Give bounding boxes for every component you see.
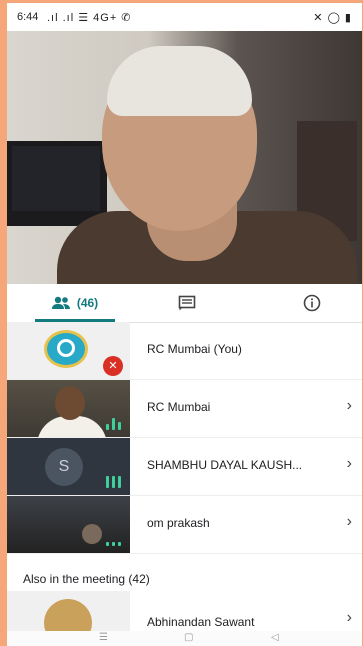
main-video[interactable]: [7, 31, 362, 284]
back-icon[interactable]: ◁: [271, 632, 279, 643]
participant-thumbnail: ✕: [7, 322, 130, 379]
avatar: [44, 599, 92, 631]
participant-row[interactable]: om prakash ›: [7, 496, 362, 554]
people-icon: [51, 296, 70, 309]
video-tv: [7, 141, 107, 226]
participant-name: Abhinandan Sawant: [147, 615, 255, 629]
tab-people[interactable]: (46): [27, 284, 122, 322]
avatar: S: [45, 448, 83, 486]
participant-list: ✕ RC Mumbai (You) RC Mumbai › S SHAMBHU …: [7, 322, 362, 554]
participant-thumbnail: [7, 591, 130, 631]
chat-icon: [178, 295, 196, 311]
video-person-hair: [107, 46, 252, 116]
info-icon: [303, 294, 321, 312]
participant-row[interactable]: RC Mumbai ›: [7, 380, 362, 438]
chevron-right-icon[interactable]: ›: [347, 513, 352, 531]
speaking-indicator-icon: [106, 474, 124, 488]
thumbnail-person-face: [55, 386, 85, 420]
participant-thumbnail: [7, 380, 130, 437]
section-title: Also in the meeting (42): [23, 572, 150, 586]
thumbnail-person-face: [82, 524, 102, 544]
tab-info[interactable]: [292, 284, 332, 322]
chevron-right-icon[interactable]: ›: [347, 455, 352, 473]
meeting-tabs: (46): [7, 284, 362, 323]
chevron-right-icon[interactable]: ›: [347, 609, 352, 627]
speaking-indicator-icon: [106, 416, 124, 430]
participant-row[interactable]: ✕ RC Mumbai (You): [7, 322, 362, 380]
participant-name: RC Mumbai (You): [147, 342, 242, 356]
phone-screen: 6:44 .ıl .ıl ☰ 4G+ ✆ ✕ ◯ ▮ (46) ✕ RC Mum…: [7, 3, 362, 646]
participant-name: SHAMBHU DAYAL KAUSH...: [147, 458, 303, 472]
people-count: (46): [76, 296, 99, 310]
home-icon[interactable]: ▢: [184, 632, 193, 643]
status-right-icons: ✕ ◯ ▮: [313, 12, 352, 24]
participant-thumbnail: [7, 496, 130, 553]
chevron-right-icon[interactable]: ›: [347, 397, 352, 415]
status-bar: 6:44 .ıl .ıl ☰ 4G+ ✆ ✕ ◯ ▮: [7, 3, 362, 31]
tab-chat[interactable]: [167, 284, 207, 322]
also-in-meeting-header: Also in the meeting (42): [7, 567, 362, 591]
menu-icon[interactable]: ☰: [99, 632, 108, 643]
rotary-logo-icon: [44, 330, 88, 368]
mic-off-icon: ✕: [103, 356, 123, 376]
system-nav-bar: ☰ ▢ ◁: [7, 631, 362, 646]
participant-row[interactable]: Abhinandan Sawant ›: [7, 591, 362, 631]
participant-name: om prakash: [147, 516, 210, 530]
participant-thumbnail: S: [7, 438, 130, 495]
status-signal: .ıl .ıl ☰ 4G+ ✆: [47, 12, 132, 24]
status-time: 6:44: [17, 11, 39, 23]
participant-name: RC Mumbai: [147, 400, 211, 414]
speaking-indicator-icon: [106, 532, 124, 546]
participant-row[interactable]: S SHAMBHU DAYAL KAUSH... ›: [7, 438, 362, 496]
